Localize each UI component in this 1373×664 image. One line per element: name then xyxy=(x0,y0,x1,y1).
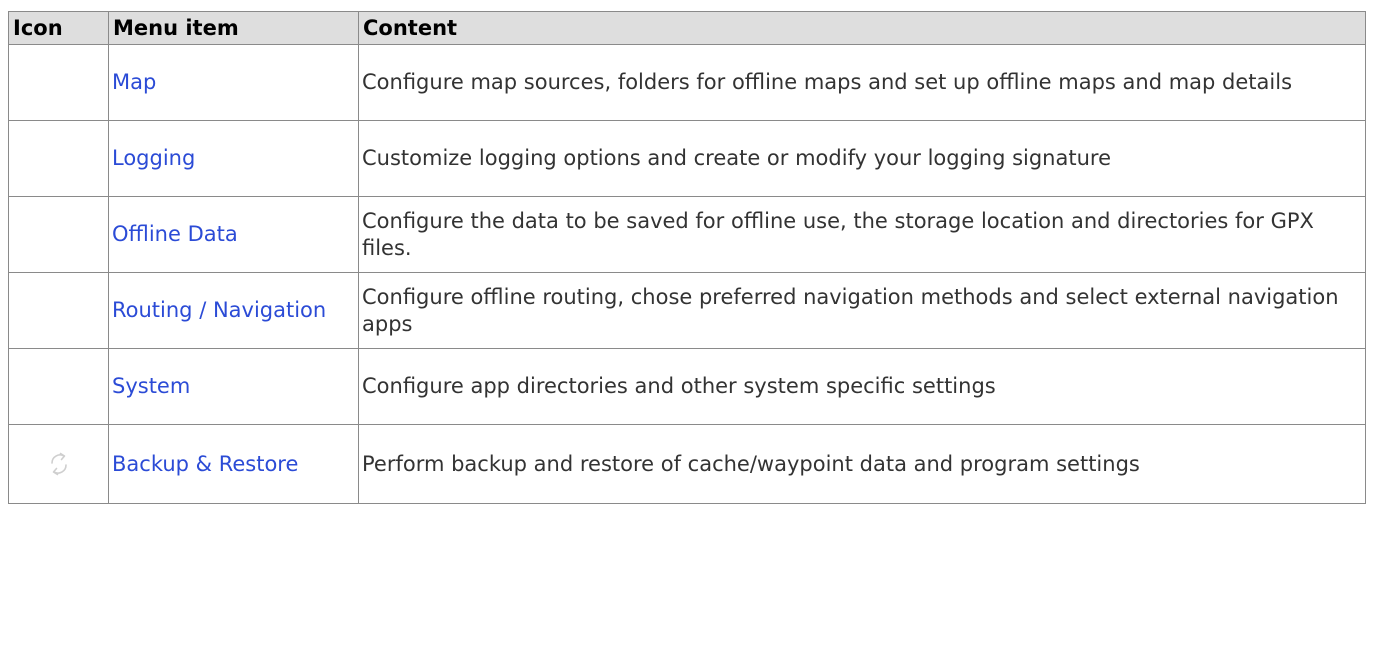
table-row: Backup & Restore Perform backup and rest… xyxy=(8,424,1366,504)
table-row: Logging Customize logging options and cr… xyxy=(8,120,1366,197)
sync-arrows-icon xyxy=(50,452,67,476)
header-menu-item: Menu item xyxy=(108,11,359,45)
menu-link-map[interactable]: Map xyxy=(112,70,156,94)
menu-item-cell: Offline Data xyxy=(108,196,359,273)
settings-menu-table: Icon Menu item Content Map Configure map… xyxy=(8,11,1366,504)
table-row: Map Configure map sources, folders for o… xyxy=(8,44,1366,121)
menu-link-routing-navigation[interactable]: Routing / Navigation xyxy=(112,298,326,322)
header-icon: Icon xyxy=(8,11,109,45)
menu-item-cell: Map xyxy=(108,44,359,121)
menu-item-cell: Routing / Navigation xyxy=(108,272,359,349)
icon-cell xyxy=(8,272,109,349)
menu-link-logging[interactable]: Logging xyxy=(112,146,195,170)
content-cell: Perform backup and restore of cache/wayp… xyxy=(358,424,1366,504)
icon-cell xyxy=(8,120,109,197)
table-row: Offline Data Configure the data to be sa… xyxy=(8,196,1366,273)
icon-cell xyxy=(8,348,109,425)
table-row: System Configure app directories and oth… xyxy=(8,348,1366,425)
header-content: Content xyxy=(358,11,1366,45)
icon-cell xyxy=(8,196,109,273)
menu-link-system[interactable]: System xyxy=(112,374,190,398)
menu-item-cell: System xyxy=(108,348,359,425)
table-header-row: Icon Menu item Content xyxy=(8,11,1366,45)
menu-link-backup-restore[interactable]: Backup & Restore xyxy=(112,452,298,476)
menu-item-cell: Backup & Restore xyxy=(108,424,359,504)
table-row: Routing / Navigation Configure offline r… xyxy=(8,272,1366,349)
content-cell: Configure offline routing, chose preferr… xyxy=(358,272,1366,349)
menu-link-offline-data[interactable]: Offline Data xyxy=(112,222,238,246)
icon-cell xyxy=(8,44,109,121)
menu-item-cell: Logging xyxy=(108,120,359,197)
content-cell: Customize logging options and create or … xyxy=(358,120,1366,197)
icon-cell xyxy=(8,424,109,504)
content-cell: Configure the data to be saved for offli… xyxy=(358,196,1366,273)
content-cell: Configure app directories and other syst… xyxy=(358,348,1366,425)
content-cell: Configure map sources, folders for offli… xyxy=(358,44,1366,121)
